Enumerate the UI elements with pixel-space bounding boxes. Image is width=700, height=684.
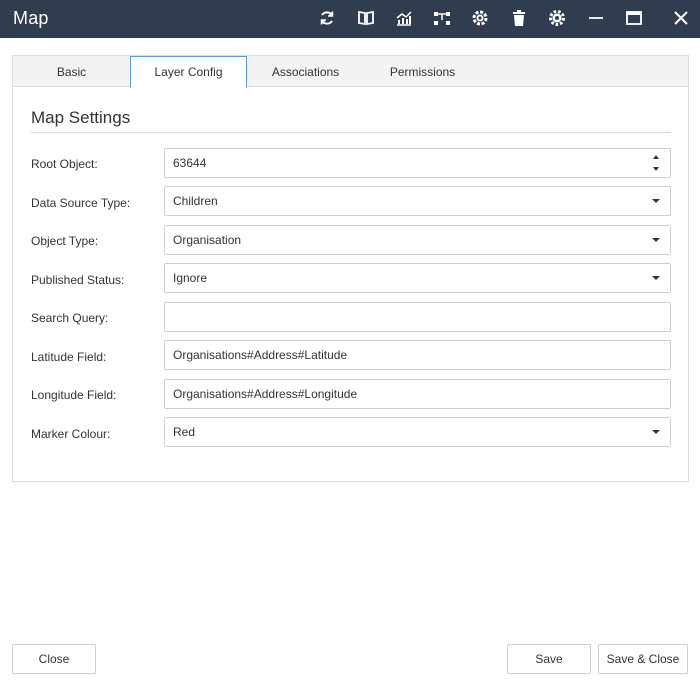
latitude-field-label: Latitude Field: [31, 350, 107, 364]
published-status-label: Published Status: [31, 273, 125, 287]
data-source-type-select[interactable]: Children [164, 186, 671, 216]
refresh-icon[interactable] [316, 7, 338, 29]
section-divider [31, 132, 671, 133]
root-object-field[interactable]: 63644 [164, 148, 671, 178]
object-type-select[interactable]: Organisation [164, 225, 671, 255]
save-close-button[interactable]: Save & Close [598, 644, 688, 674]
marker-colour-value: Red [173, 425, 196, 439]
object-type-value: Organisation [173, 233, 242, 247]
tab-basic[interactable]: Basic [13, 56, 130, 87]
gear-icon[interactable] [546, 7, 568, 29]
longitude-field-value: Organisations#Address#Longitude [173, 387, 358, 401]
root-object-value: 63644 [173, 156, 207, 170]
hierarchy-icon[interactable] [431, 7, 453, 29]
search-query-input[interactable] [164, 302, 671, 332]
marker-colour-label: Marker Colour: [31, 427, 111, 441]
save-button[interactable]: Save [507, 644, 591, 674]
root-object-label: Root Object: [31, 157, 98, 171]
marker-colour-select[interactable]: Red [164, 417, 671, 447]
longitude-field-label: Longitude Field: [31, 388, 117, 402]
chevron-down-icon [652, 276, 660, 280]
data-source-type-label: Data Source Type: [31, 196, 131, 210]
chevron-down-icon [652, 238, 660, 242]
object-type-label: Object Type: [31, 234, 99, 248]
window-title: Map [13, 8, 49, 28]
maximize-icon[interactable] [623, 7, 645, 29]
book-icon[interactable] [355, 7, 377, 29]
tab-strip: Basic Layer Config Associations Permissi… [13, 56, 688, 88]
chevron-down-icon [652, 199, 660, 203]
spin-down-icon[interactable] [653, 167, 659, 171]
data-source-type-value: Children [173, 194, 218, 208]
minimize-icon[interactable] [585, 7, 607, 29]
published-status-value: Ignore [173, 271, 208, 285]
form-panel: Basic Layer Config Associations Permissi… [12, 55, 689, 482]
window-titlebar: Map [0, 0, 700, 38]
settings-cog-icon[interactable] [469, 7, 491, 29]
close-button[interactable]: Close [12, 644, 96, 674]
longitude-field-input[interactable]: Organisations#Address#Longitude [164, 379, 671, 409]
published-status-select[interactable]: Ignore [164, 263, 671, 293]
search-query-label: Search Query: [31, 311, 109, 325]
tab-associations[interactable]: Associations [247, 56, 364, 87]
delete-icon[interactable] [508, 7, 530, 29]
section-title: Map Settings [31, 108, 131, 127]
tab-layer-config[interactable]: Layer Config [130, 56, 247, 88]
tab-permissions[interactable]: Permissions [364, 56, 481, 87]
close-icon[interactable] [670, 7, 692, 29]
latitude-field-value: Organisations#Address#Latitude [173, 348, 348, 362]
latitude-field-input[interactable]: Organisations#Address#Latitude [164, 340, 671, 370]
chevron-down-icon [652, 430, 660, 434]
chart-icon[interactable] [393, 7, 415, 29]
spin-up-icon[interactable] [653, 155, 659, 159]
